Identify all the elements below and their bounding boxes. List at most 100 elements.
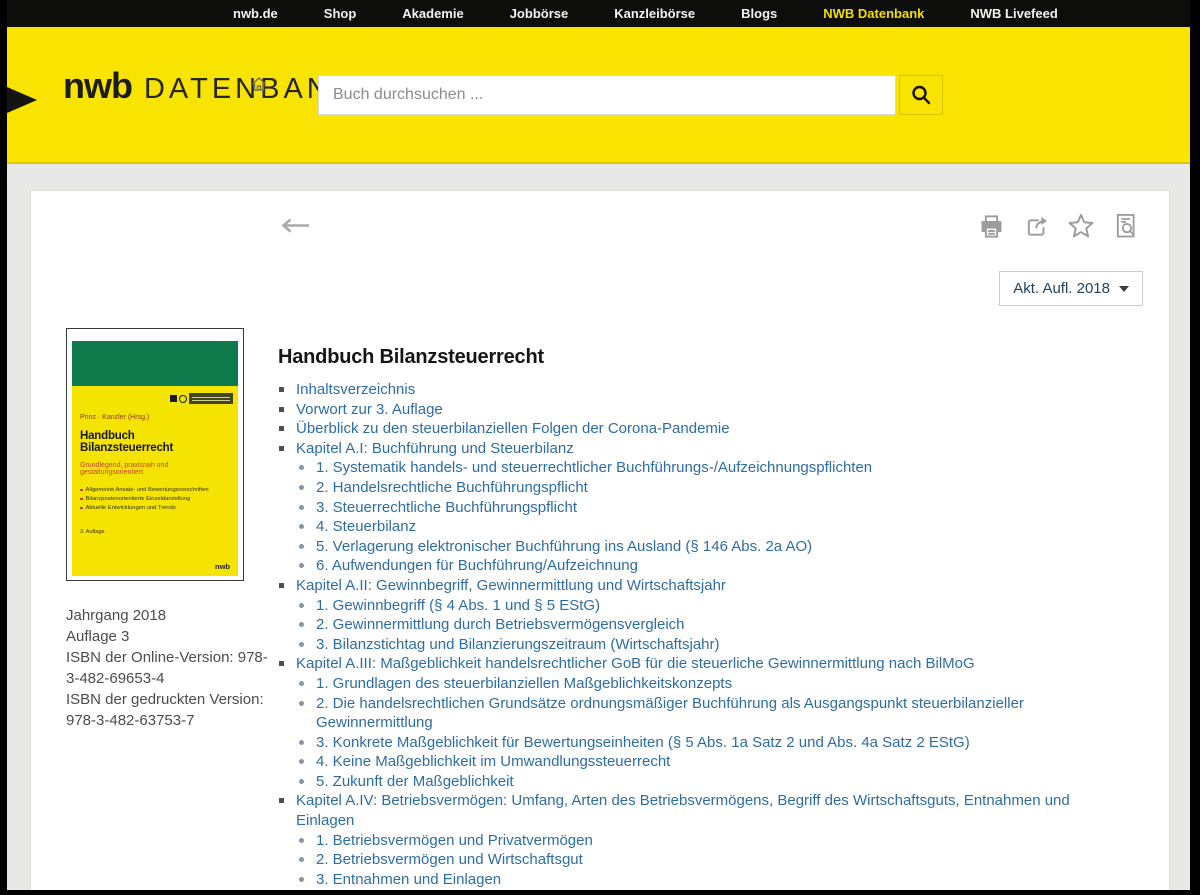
toc-item: Kapitel A.IV: Betriebsvermögen: Umfang, … <box>278 791 1100 830</box>
search-button[interactable] <box>899 75 943 115</box>
book-metadata: Jahrgang 2018 Auflage 3 ISBN der Online-… <box>66 605 278 731</box>
toc-link[interactable]: 2. Die handelsrechtlichen Grundsätze ord… <box>316 695 1024 732</box>
cover-authors: Prinz · Kanzler (Hrsg.) <box>80 414 230 421</box>
toc-link[interactable]: 1. Systematik handels- und steuerrechtli… <box>316 459 872 476</box>
toc-item: 1. Gewinnbegriff (§ 4 Abs. 1 und § 5 ESt… <box>298 596 1100 616</box>
home-icon[interactable] <box>250 75 268 93</box>
toc-item: 1. Systematik handels- und steuerrechtli… <box>298 458 1100 478</box>
toc-item: Überblick zu den steuerbilanziellen Folg… <box>278 419 1100 439</box>
print-button[interactable] <box>976 211 1006 241</box>
bullet-icon <box>279 407 284 412</box>
bullet-icon <box>299 642 304 647</box>
toc-link[interactable]: Kapitel A.I: Buchführung und Steuerbilan… <box>296 440 574 457</box>
toc-link[interactable]: 2. Handelsrechtliche Buchführungspflicht <box>316 479 588 496</box>
edition-dropdown-label: Akt. Aufl. 2018 <box>1013 280 1110 297</box>
topnav-item[interactable]: NWB Livefeed <box>970 6 1057 21</box>
toc-link[interactable]: 3. Bilanzstichtag und Bilanzierungszeitr… <box>316 636 720 653</box>
table-of-contents: Handbuch Bilanzsteuerrecht Inhaltsverzei… <box>278 346 1100 889</box>
toc-link[interactable]: 3. Konkrete Maßgeblichkeit für Bewertung… <box>316 734 970 751</box>
toc-link[interactable]: 3. Entnahmen und Einlagen <box>316 871 501 888</box>
edition-dropdown[interactable]: Akt. Aufl. 2018 <box>999 271 1143 306</box>
toc-link[interactable]: 6. Aufwendungen für Buchführung/Aufzeich… <box>316 557 638 574</box>
nwb-datenbank-logo[interactable]: nwb DATENBANK <box>63 65 355 107</box>
book-cover[interactable]: Prinz · Kanzler (Hrsg.) Handbuch Bilanzs… <box>66 328 244 581</box>
toc-item: 5. Zukunft der Maßgeblichkeit <box>298 772 1100 792</box>
content-panel: Akt. Aufl. 2018 Prinz · Kanzler (Hrsg.) … <box>30 190 1170 890</box>
toc-link[interactable]: 2. Betriebsvermögen und Wirtschaftsgut <box>316 851 583 868</box>
toc-item: 2. Gewinnermittlung durch Betriebsvermög… <box>298 615 1100 635</box>
topnav-item[interactable]: Akademie <box>402 6 463 21</box>
topnav-item[interactable]: Kanzleibörse <box>614 6 695 21</box>
toc-link[interactable]: Überblick zu den steuerbilanziellen Folg… <box>296 420 730 437</box>
toc-link[interactable]: 1. Gewinnbegriff (§ 4 Abs. 1 und § 5 ESt… <box>316 597 600 614</box>
search-input[interactable] <box>318 75 896 115</box>
bullet-icon <box>299 838 304 843</box>
cover-body: Prinz · Kanzler (Hrsg.) Handbuch Bilanzs… <box>72 386 238 576</box>
share-icon <box>1023 213 1050 240</box>
toc-item: 4. Keine Maßgeblichkeit im Umwandlungsst… <box>298 752 1100 772</box>
bullet-icon <box>299 877 304 882</box>
bullet-icon <box>299 681 304 686</box>
favorite-button[interactable] <box>1066 211 1096 241</box>
bullet-icon <box>299 603 304 608</box>
toc-list: Inhaltsverzeichnis Vorwort zur 3. Auflag… <box>278 380 1100 889</box>
cover-bullet-item: Bilanzpostenorientierte Einzeldarstellun… <box>80 496 230 502</box>
toc-link[interactable]: 5. Zukunft der Maßgeblichkeit <box>316 773 514 790</box>
bullet-icon <box>80 489 83 492</box>
bullet-icon <box>299 779 304 784</box>
toc-item: Vorwort zur 3. Auflage <box>278 400 1100 420</box>
toc-item: Kapitel A.II: Gewinnbegriff, Gewinnermit… <box>278 576 1100 596</box>
toc-link[interactable]: 4. Steuerbilanz <box>316 518 416 535</box>
toc-link[interactable]: 5. Verlagerung elektronischer Buchführun… <box>316 538 812 555</box>
topnav-item[interactable]: Jobbörse <box>510 6 569 21</box>
toc-item: 3. Entnahmen und Einlagen <box>298 870 1100 890</box>
bullet-icon <box>279 387 284 392</box>
topnav-item[interactable]: Blogs <box>741 6 777 21</box>
bullet-icon <box>299 740 304 745</box>
toc-link[interactable]: Inhaltsverzeichnis <box>296 381 415 398</box>
toc-link[interactable]: Kapitel A.II: Gewinnbegriff, Gewinnermit… <box>296 577 726 594</box>
toc-link[interactable]: 4. Keine Maßgeblichkeit im Umwandlungsst… <box>316 753 670 770</box>
toc-item: 3. Konkrete Maßgeblichkeit für Bewertung… <box>298 733 1100 753</box>
cover-bullet-text: Aktuelle Entwicklungen und Trends <box>86 505 176 511</box>
cover-edition: 3. Auflage <box>80 529 230 535</box>
metadata-line: Jahrgang 2018 <box>66 605 278 626</box>
star-icon <box>1067 212 1095 240</box>
toc-link[interactable]: 2. Gewinnermittlung durch Betriebsvermög… <box>316 616 685 633</box>
bullet-icon <box>279 446 284 451</box>
cover-bullet-item: Aktuelle Entwicklungen und Trends <box>80 505 230 511</box>
toc-link[interactable]: 3. Steuerrechtliche Buchführungspflicht <box>316 499 577 516</box>
toc-link[interactable]: 1. Betriebsvermögen und Privatvermögen <box>316 832 593 849</box>
cover-badge-label <box>189 393 233 404</box>
toc-link[interactable]: Kapitel A.III: Maßgeblichkeit handelsrec… <box>296 655 975 672</box>
page-frame: nwb.de Shop Akademie Jobbörse Kanzleibör… <box>7 0 1190 890</box>
bullet-icon <box>80 498 83 501</box>
bullet-icon <box>279 583 284 588</box>
top-navigation: nwb.de Shop Akademie Jobbörse Kanzleibör… <box>7 0 1190 27</box>
cover-bullet-text: Allgemeine Ansatz- und Bewertungsvorschr… <box>86 487 209 493</box>
search-in-document-button[interactable] <box>1111 211 1141 241</box>
topnav-item[interactable]: Shop <box>324 6 357 21</box>
cover-title: Handbuch Bilanzsteuerrecht <box>80 430 230 454</box>
toc-link[interactable]: 1. Grundlagen des steuerbilanziellen Maß… <box>316 675 732 692</box>
cover-badge-square-icon <box>170 395 177 402</box>
topnav-item[interactable]: nwb.de <box>233 6 278 21</box>
bullet-icon <box>299 759 304 764</box>
topnav-item[interactable]: NWB Datenbank <box>823 6 924 21</box>
toc-item: 1. Betriebsvermögen und Privatvermögen <box>298 831 1100 851</box>
chevron-down-icon <box>1119 286 1129 292</box>
toc-link[interactable]: Vorwort zur 3. Auflage <box>296 401 443 418</box>
back-button[interactable] <box>279 217 311 234</box>
cover-subtitle: Grundlegend, praxisnah und gestaltungsor… <box>80 462 230 476</box>
cover-badge <box>170 393 233 404</box>
cover-green-band <box>72 341 238 386</box>
search-bar <box>318 75 943 115</box>
metadata-line: ISBN der Online-Version: 978-3-482-69653… <box>66 647 278 689</box>
cover-publisher-logo: nwb <box>215 562 230 571</box>
toc-item: 4. Steuerbilanz <box>298 517 1100 537</box>
toc-link[interactable]: Kapitel A.IV: Betriebsvermögen: Umfang, … <box>296 792 1070 829</box>
share-button[interactable] <box>1021 211 1051 241</box>
cover-bullet-item: Allgemeine Ansatz- und Bewertungsvorschr… <box>80 487 230 493</box>
document-search-icon <box>1112 212 1140 240</box>
main-area: Akt. Aufl. 2018 Prinz · Kanzler (Hrsg.) … <box>7 164 1190 890</box>
